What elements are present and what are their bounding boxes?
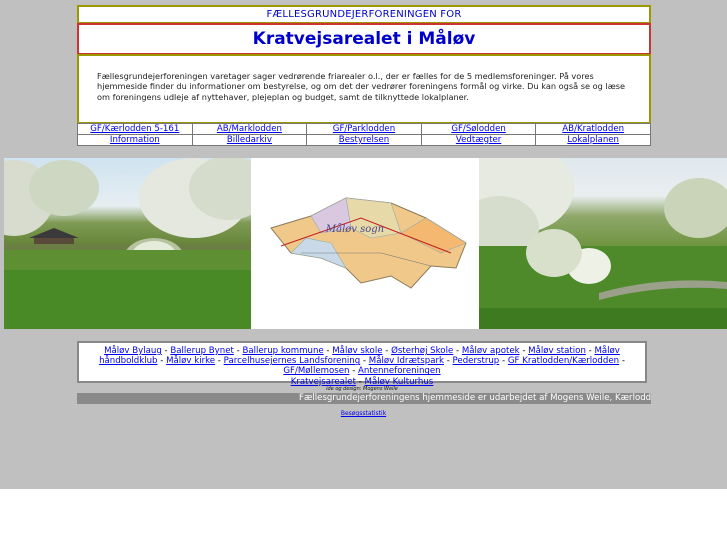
link-gf-kratlodden-kaerlodden[interactable]: GF Kratlodden/Kærlodden: [508, 356, 619, 366]
link-separator: -: [157, 356, 167, 367]
link-separator: -: [382, 346, 392, 356]
nav-link-parklodden[interactable]: GF/Parklodden: [333, 124, 395, 134]
link-pederstrup[interactable]: Pederstrup: [453, 356, 500, 366]
link-maalov-skole[interactable]: Måløv skole: [332, 346, 382, 356]
ticker-text: Fællesgrundejerforeningens hjemmeside er…: [299, 393, 651, 403]
photo-banner: Måløv sogn: [0, 143, 727, 329]
intro-box: Fællesgrundejerforeningen varetager sage…: [77, 54, 651, 124]
link-parcelhusejernes-landsforening[interactable]: Parcelhusejernes Landsforening: [224, 356, 361, 366]
intro-text: Fællesgrundejerforeningen varetager sage…: [97, 71, 626, 102]
nav-link-vedtaegter[interactable]: Vedtægter: [456, 135, 501, 145]
map-label: Måløv sogn: [325, 223, 384, 235]
nav-row-associations: GF/Kærlodden 5-161 AB/Marklodden GF/Park…: [77, 123, 651, 135]
link-separator: -: [453, 346, 462, 356]
links-box: Måløv Bylaug - Ballerup Bynet - Ballerup…: [77, 341, 647, 387]
visit-statistics-link[interactable]: Besøgsstatistik: [341, 410, 386, 417]
link-separator: -: [360, 356, 369, 367]
link-antenneforeningen[interactable]: Antenneforeningen: [358, 366, 441, 376]
link-maalov-idraetspark[interactable]: Måløv Idrætspark: [369, 356, 444, 366]
link-ballerup-bynet[interactable]: Ballerup Bynet: [170, 346, 233, 356]
nav-table: GF/Kærlodden 5-161 AB/Marklodden GF/Park…: [77, 123, 651, 146]
nav-link-bestyrelsen[interactable]: Bestyrelsen: [339, 135, 389, 145]
nav-link-lokalplanen[interactable]: Lokalplanen: [567, 135, 619, 145]
link-separator: -: [349, 366, 359, 377]
page-title: Kratvejsarealet i Måløv: [77, 23, 651, 55]
link-separator: -: [215, 356, 224, 367]
link-osterhoj-skole[interactable]: Østerhøj Skole: [391, 346, 453, 356]
link-separator: -: [619, 356, 625, 367]
nav-link-kratlodden[interactable]: AB/Kratlodden: [562, 124, 624, 134]
stat-row: Besøgsstatistik: [0, 410, 727, 418]
nav-link-kaerlodden[interactable]: GF/Kærlodden 5-161: [90, 124, 179, 134]
link-separator: -: [323, 346, 333, 356]
design-credit: ide og design: Mogens Weile: [326, 386, 398, 392]
nav-link-billedarkiv[interactable]: Billedarkiv: [227, 135, 272, 145]
header-top-label: FÆLLESGRUNDEJERFORENINGEN FOR: [77, 5, 651, 24]
link-ballerup-kommune[interactable]: Ballerup kommune: [242, 346, 323, 356]
link-maalov-station[interactable]: Måløv station: [528, 346, 586, 356]
nav-link-information[interactable]: Information: [110, 135, 160, 145]
park-photo-left: [0, 156, 269, 329]
link-separator: -: [499, 356, 508, 367]
link-gf-mollemosen[interactable]: GF/Møllemosen: [283, 366, 349, 376]
park-scene-right: [459, 143, 727, 329]
link-maalov-apotek[interactable]: Måløv apotek: [462, 346, 520, 356]
link-separator: -: [519, 346, 529, 356]
nav-link-solodden[interactable]: GF/Sølodden: [451, 124, 506, 134]
link-maalov-bylaug[interactable]: Måløv Bylaug: [104, 346, 162, 356]
nav-link-marklodden[interactable]: AB/Marklodden: [217, 124, 282, 134]
scrolling-ticker: Fællesgrundejerforeningens hjemmeside er…: [77, 393, 651, 404]
park-scene-left: [0, 156, 269, 329]
nav-row-pages: Information Billedarkiv Bestyrelsen Vedt…: [77, 134, 651, 146]
park-photo-right: [459, 143, 727, 329]
parish-map: Måløv sogn: [251, 158, 479, 329]
link-maalov-kirke[interactable]: Måløv kirke: [166, 356, 215, 366]
link-separator: -: [443, 356, 453, 367]
parish-map-graphic: Måløv sogn: [270, 197, 467, 289]
